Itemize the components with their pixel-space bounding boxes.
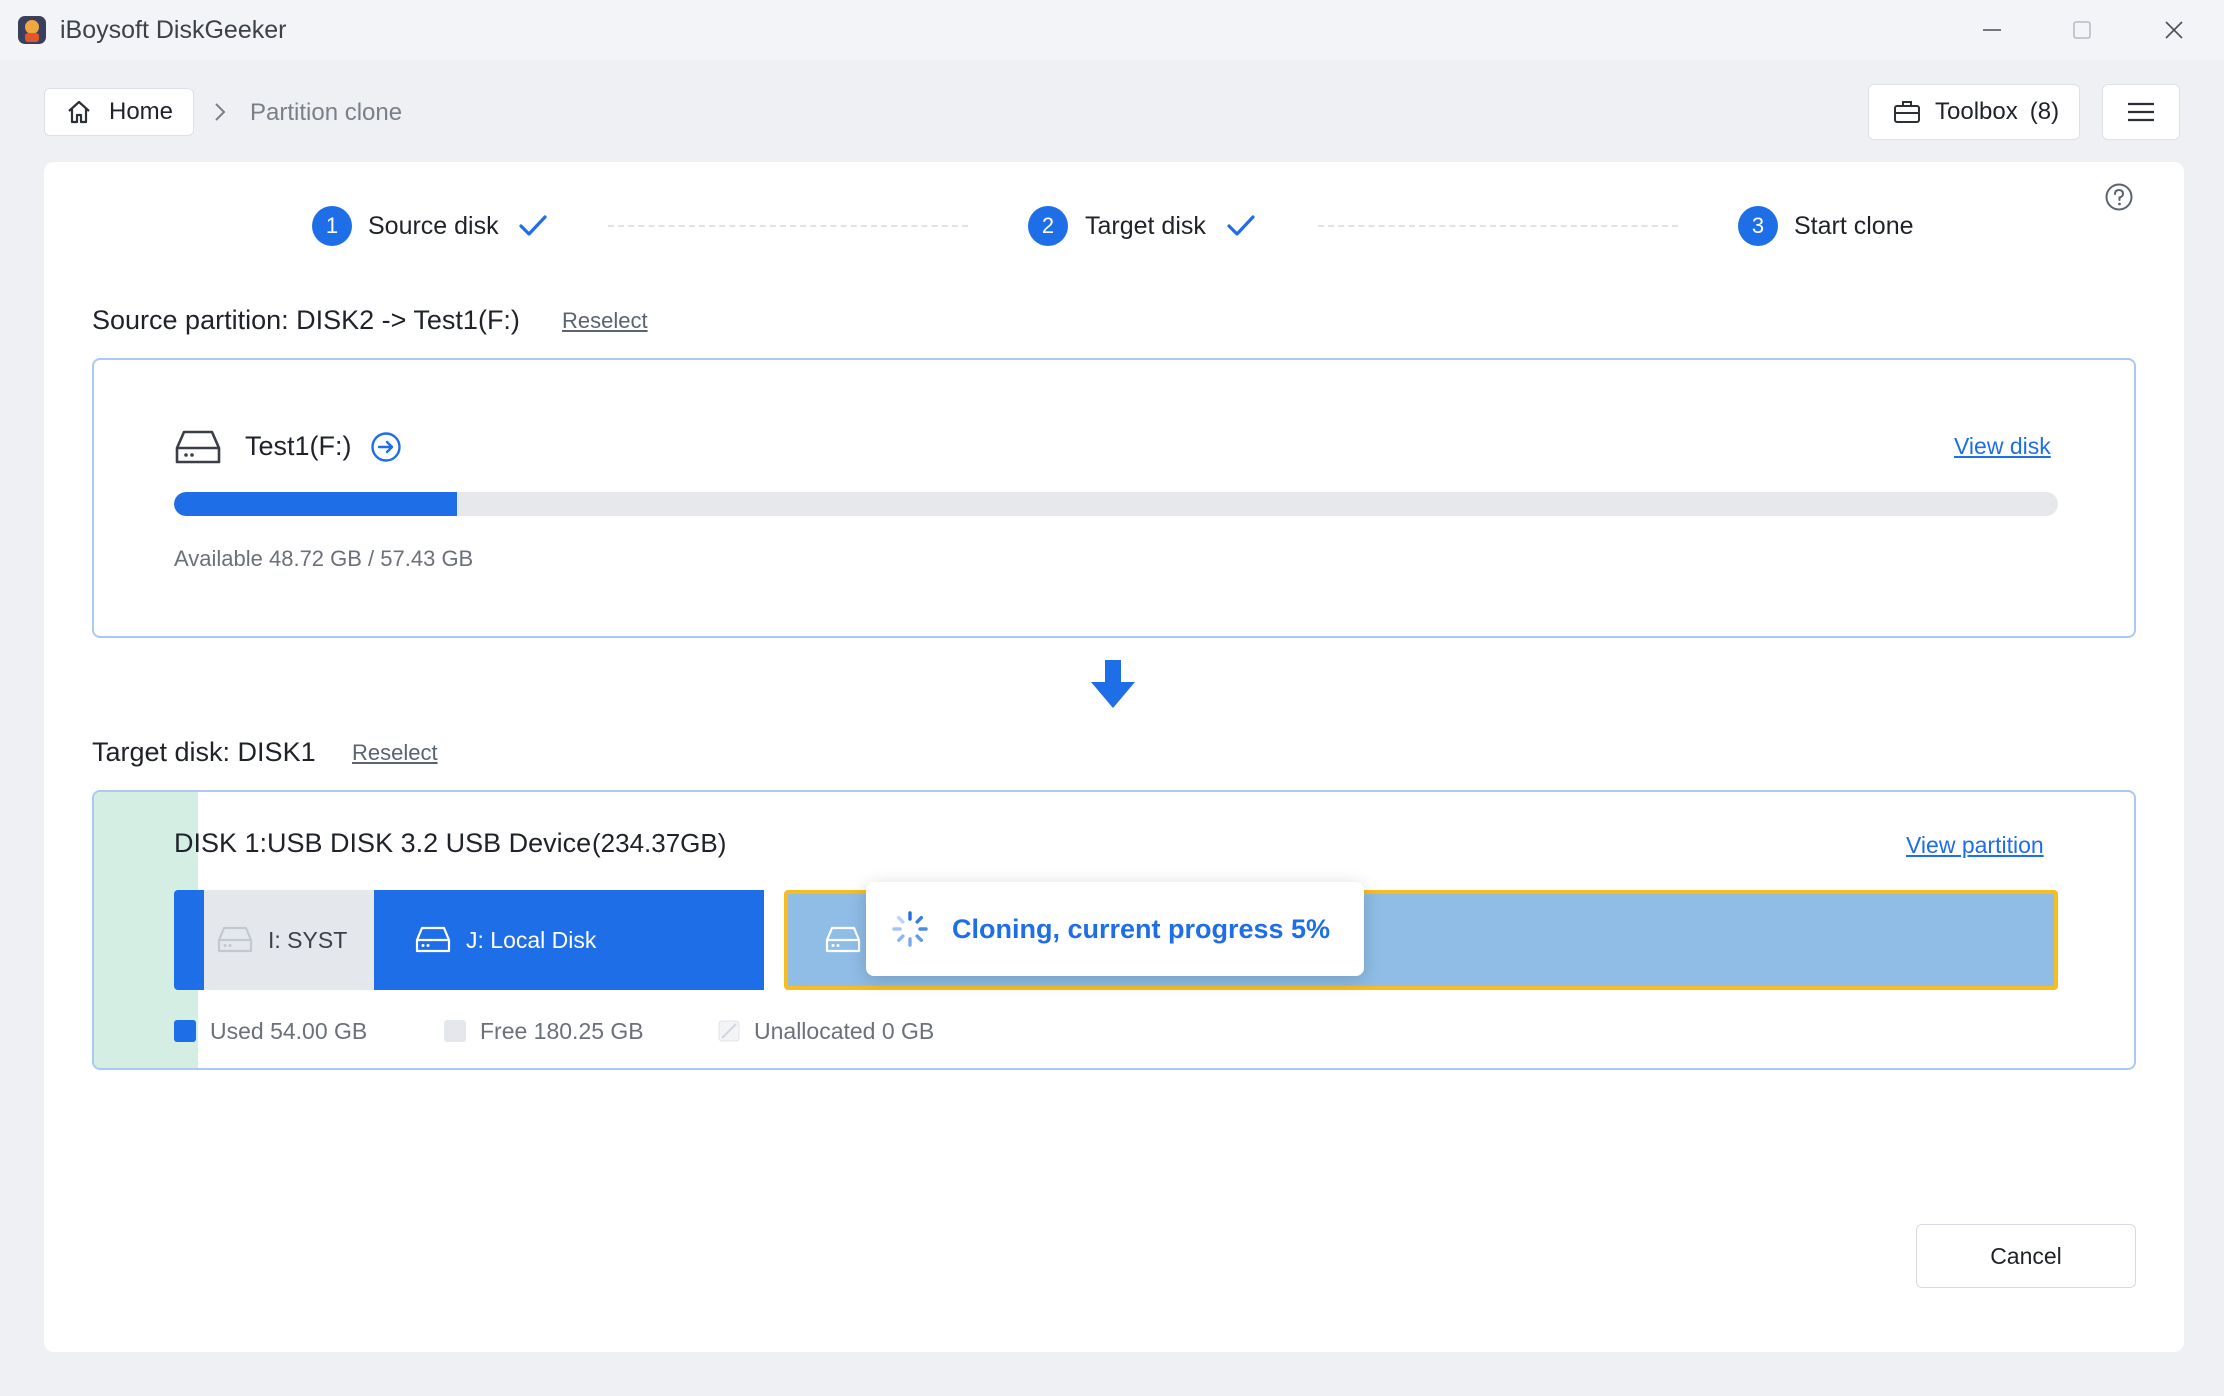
drive-icon xyxy=(415,926,451,953)
legend-used-swatch xyxy=(174,1020,196,1042)
arrow-circle-right-icon[interactable] xyxy=(370,431,402,463)
maximize-icon xyxy=(2073,21,2091,39)
partition-syst[interactable]: I: SYST xyxy=(204,890,374,990)
step-connector-2 xyxy=(1318,225,1678,227)
source-reselect-link[interactable]: Reselect xyxy=(562,308,648,334)
title-bar xyxy=(0,0,2224,60)
source-usage-fill xyxy=(174,492,457,516)
breadcrumb-current: Partition clone xyxy=(250,99,403,126)
target-disk-size: (234.37GB) xyxy=(592,828,727,858)
step-1-label: Source disk xyxy=(368,212,499,240)
minimize-button[interactable] xyxy=(1962,12,2022,48)
source-usage-bar xyxy=(174,492,2058,516)
step-1-check-icon xyxy=(518,212,548,240)
maximize-button[interactable] xyxy=(2052,12,2112,48)
legend-unallocated-swatch xyxy=(718,1020,740,1042)
loading-spinner-icon xyxy=(890,909,930,949)
source-partition-title: Source partition: DISK2 -> Test1(F:) xyxy=(92,305,520,335)
progress-toast: Cloning, current progress 5% xyxy=(866,882,1364,976)
step-3-number: 3 xyxy=(1738,206,1778,246)
drive-icon xyxy=(825,926,861,953)
source-available-text: Available 48.72 GB / 57.43 GB xyxy=(174,546,474,571)
home-label: Home xyxy=(109,98,174,125)
toolbox-button[interactable]: Toolbox (8) xyxy=(1868,84,2080,140)
chevron-right-icon xyxy=(208,98,232,126)
step-3-label: Start clone xyxy=(1794,212,1914,240)
home-button[interactable]: Home xyxy=(44,88,194,136)
cancel-button[interactable]: Cancel xyxy=(1916,1224,2136,1288)
toolbox-icon xyxy=(1894,101,1920,123)
step-connector-1 xyxy=(608,225,968,227)
legend-used: Used 54.00 GB xyxy=(210,1018,368,1044)
target-disk-title: Target disk: DISK1 xyxy=(92,737,316,767)
view-partition-link[interactable]: View partition xyxy=(1906,832,2044,859)
progress-text: Cloning, current progress 5% xyxy=(952,913,1331,944)
arrow-down-icon xyxy=(1088,658,1138,710)
minimize-icon xyxy=(1983,29,2001,31)
target-reselect-link[interactable]: Reselect xyxy=(352,740,438,766)
app-logo-icon xyxy=(16,14,48,46)
step-2-label: Target disk xyxy=(1085,212,1206,240)
help-icon[interactable] xyxy=(2104,182,2134,212)
menu-button[interactable] xyxy=(2102,84,2180,140)
source-partition-name: Test1(F:) xyxy=(245,431,352,461)
close-button[interactable] xyxy=(2144,12,2204,48)
drive-icon xyxy=(174,428,222,468)
partition-gap xyxy=(764,890,784,990)
step-1-number: 1 xyxy=(312,206,352,246)
legend-unallocated: Unallocated 0 GB xyxy=(754,1018,935,1044)
drive-icon xyxy=(217,926,253,953)
legend-free: Free 180.25 GB xyxy=(480,1018,644,1044)
view-disk-link[interactable]: View disk xyxy=(1954,433,2051,460)
toolbox-label: Toolbox xyxy=(1935,98,2018,125)
step-2-number: 2 xyxy=(1028,206,1068,246)
toolbox-count: (8) xyxy=(2029,98,2060,125)
target-disk-name: DISK 1:USB DISK 3.2 USB Device xyxy=(174,828,592,858)
close-icon xyxy=(2165,21,2183,39)
partition-reserved[interactable] xyxy=(174,890,204,990)
legend-free-swatch xyxy=(444,1020,466,1042)
home-icon xyxy=(68,100,90,124)
step-2-check-icon xyxy=(1226,212,1256,240)
partition-label: J: Local Disk xyxy=(466,926,597,953)
hamburger-menu-icon xyxy=(2128,102,2154,122)
partition-label: I: SYST xyxy=(268,926,348,953)
app-title: iBoysoft DiskGeeker xyxy=(60,16,287,44)
partition-local-disk[interactable]: J: Local Disk xyxy=(374,890,764,990)
